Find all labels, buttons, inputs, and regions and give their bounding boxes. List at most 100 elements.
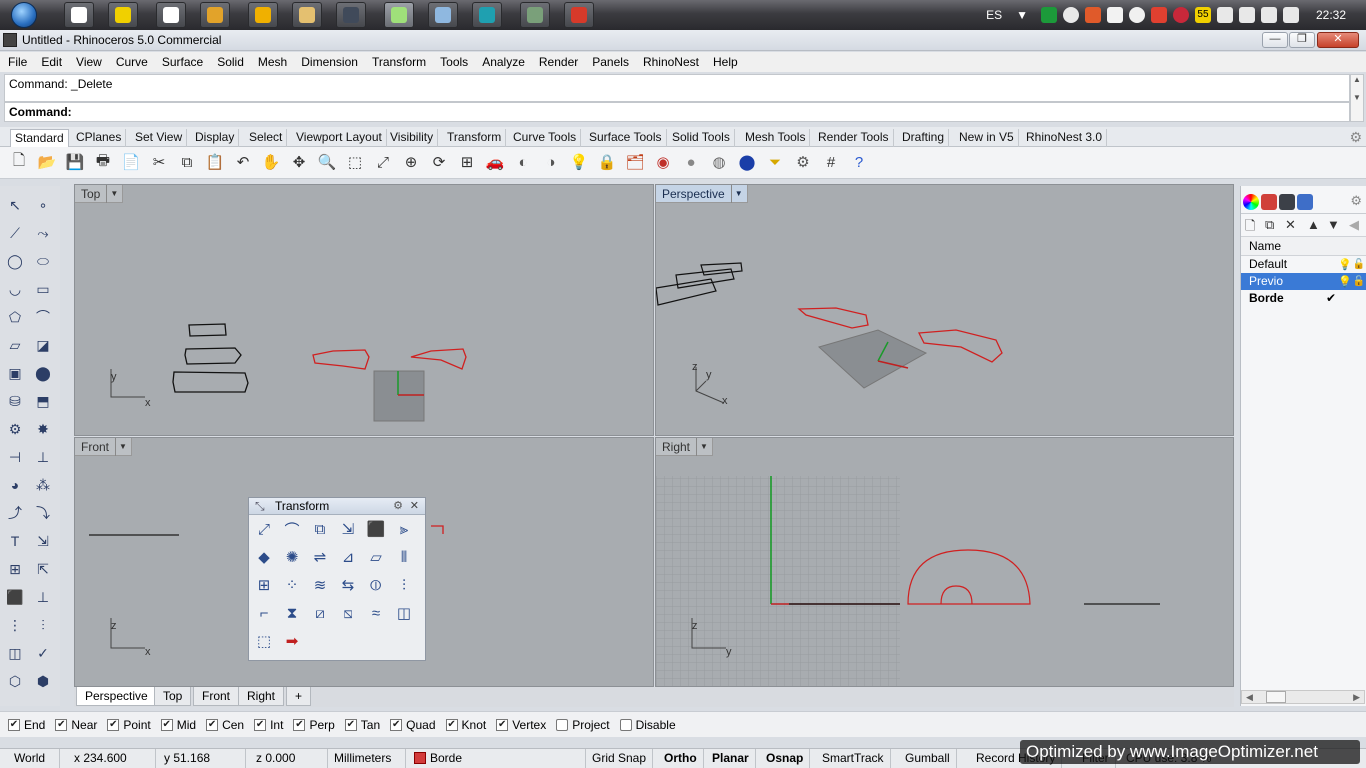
cage-edit-icon[interactable]: ⧄ — [309, 602, 331, 624]
undo-icon[interactable]: ↶ — [232, 151, 254, 173]
array-curve-icon[interactable]: ≋ — [309, 574, 331, 596]
current-layer-indicator[interactable]: Borde — [408, 749, 586, 768]
tab-rhinonest-3-0[interactable]: RhinoNest 3.0 — [1022, 129, 1108, 147]
grid-snap-toggle[interactable]: Grid Snap — [586, 749, 654, 768]
next-arrow-icon[interactable]: ➡ — [281, 630, 303, 652]
sphere-icon[interactable]: ⬤ — [32, 362, 54, 384]
menu-render[interactable]: Render — [539, 55, 578, 69]
tab-set-view[interactable]: Set View — [131, 129, 188, 147]
scale-icon[interactable]: ⇲ — [337, 518, 359, 540]
taskbar-app-button[interactable] — [472, 2, 502, 28]
menu-tools[interactable]: Tools — [440, 55, 468, 69]
tab-solid-tools[interactable]: Solid Tools — [668, 129, 735, 147]
layer-icon[interactable]: 🗂 — [624, 151, 646, 173]
checkbox[interactable]: ✔ — [293, 718, 306, 731]
power-icon[interactable] — [1238, 7, 1255, 23]
light-bulb-icon[interactable]: 💡 — [1338, 257, 1352, 273]
menu-transform[interactable]: Transform — [372, 55, 426, 69]
command-scrollbar[interactable]: ▲ ▼ — [1350, 74, 1364, 122]
knife-profile[interactable] — [907, 549, 1031, 605]
ruler-icon[interactable]: ⊥ — [32, 586, 54, 608]
osnap-knot[interactable]: ✔ Knot — [445, 718, 486, 732]
four-viewports-icon[interactable]: ⊞ — [456, 151, 478, 173]
osnap-tan[interactable]: ✔ Tan — [344, 718, 380, 732]
taskbar-app-button[interactable] — [292, 2, 322, 28]
sweep-icon[interactable]: ◪ — [32, 334, 54, 356]
cplane-indicator[interactable]: World — [0, 749, 60, 768]
menu-help[interactable]: Help — [713, 55, 738, 69]
taskbar-app-button[interactable] — [564, 2, 594, 28]
tab-mesh-tools[interactable]: Mesh Tools — [741, 129, 811, 147]
menu-mesh[interactable]: Mesh — [258, 55, 287, 69]
checkbox[interactable]: ✔ — [55, 718, 68, 731]
zoom-selected-icon[interactable]: ⊕ — [400, 151, 422, 173]
osnap-quad[interactable]: ✔ Quad — [390, 718, 436, 732]
osnap-perp[interactable]: ✔ Perp — [293, 718, 335, 732]
gear-icon[interactable]: ⚙ — [1350, 193, 1362, 209]
scale-icon[interactable]: ⇱ — [32, 558, 54, 580]
osnap-int[interactable]: ✔ Int — [254, 718, 283, 732]
splop-icon[interactable]: ◫ — [393, 602, 415, 624]
paste-icon[interactable]: 📋 — [204, 151, 226, 173]
import-icon[interactable]: 📄 — [120, 151, 142, 173]
zoom-window-icon[interactable]: ⬚ — [344, 151, 366, 173]
options-icon[interactable]: ⚙ — [792, 151, 814, 173]
volume-icon[interactable] — [1282, 7, 1299, 23]
tray-app-icon[interactable] — [1150, 7, 1167, 23]
taskbar-app-button[interactable] — [200, 2, 230, 28]
checkbox[interactable]: ✔ — [8, 718, 20, 731]
boolean-icon[interactable]: ◕ — [4, 474, 26, 496]
save-icon[interactable]: 💾 — [64, 151, 86, 173]
shear-icon[interactable]: ▱ — [365, 546, 387, 568]
gear-icon[interactable]: ⚙ — [1349, 129, 1362, 146]
knife-curve[interactable] — [797, 307, 869, 329]
maximize-button[interactable]: ❐ — [1289, 32, 1315, 48]
tab-standard[interactable]: Standard — [10, 129, 69, 147]
taskbar-app-button[interactable] — [108, 2, 138, 28]
layers-horizontal-scrollbar[interactable]: ◀ ▶ — [1241, 690, 1365, 704]
command-prompt-input[interactable]: Command: — [4, 102, 1350, 122]
add-viewport-tab-button[interactable]: + — [286, 687, 312, 706]
solid-icon[interactable]: ⬛ — [4, 586, 26, 608]
osnap-project[interactable]: Project — [556, 718, 610, 732]
print-icon[interactable]: 🖶 — [92, 151, 114, 173]
set-points-icon[interactable]: ⦶ — [365, 574, 387, 596]
close-button[interactable]: ✕ — [1317, 32, 1359, 48]
start-button[interactable] — [4, 0, 44, 30]
tab-display[interactable]: Display — [191, 129, 240, 147]
planar-toggle[interactable]: Planar — [706, 749, 756, 768]
rotate-3d-icon[interactable]: ✺ — [281, 546, 303, 568]
tab-visibility[interactable]: Visibility — [386, 129, 439, 147]
osnap-point[interactable]: ✔ Point — [107, 718, 151, 732]
polar-array-icon[interactable]: ⁘ — [281, 574, 303, 596]
menu-panels[interactable]: Panels — [592, 55, 629, 69]
gear-tool-icon[interactable]: ⚙ — [4, 418, 26, 440]
tab-right[interactable]: Right — [238, 687, 285, 706]
badge-icon[interactable]: 55 — [1194, 7, 1211, 23]
previo-plane[interactable] — [818, 329, 928, 389]
menu-analyze[interactable]: Analyze — [482, 55, 525, 69]
ellipse-icon[interactable]: ⬭ — [32, 250, 54, 272]
viewport-top[interactable]: Top ▼ y x — [74, 184, 654, 436]
help-tab-icon[interactable] — [1297, 194, 1313, 210]
tab-select[interactable]: Select — [245, 129, 288, 147]
move-icon[interactable]: ⤢ — [253, 518, 275, 540]
osnap-end[interactable]: ✔ End — [8, 718, 45, 732]
outline-curve[interactable] — [172, 371, 249, 393]
outline-curve[interactable] — [675, 268, 735, 289]
dropbox-icon[interactable] — [1106, 7, 1123, 23]
checkbox[interactable]: ✔ — [206, 718, 219, 731]
dimension-icon[interactable]: ⇲ — [32, 530, 54, 552]
taskbar-app-button[interactable] — [156, 2, 186, 28]
tab-new-in-v5[interactable]: New in V5 — [955, 129, 1019, 147]
curve-icon[interactable]: ⤳ — [32, 222, 54, 244]
viewport-right[interactable]: Right ▼ z y — [655, 437, 1234, 687]
shaded-icon[interactable]: ◐ — [512, 151, 534, 173]
taskbar-app-button[interactable] — [520, 2, 550, 28]
move-up-icon[interactable]: ▲ — [1307, 217, 1320, 232]
stretch-icon[interactable]: ⧅ — [337, 602, 359, 624]
grid-icon[interactable]: # — [820, 151, 842, 173]
grid-array-icon[interactable]: ⋮ — [4, 614, 26, 636]
layer-row-previo[interactable]: Previo 💡 🔓 — [1241, 273, 1366, 290]
box-edit-icon[interactable]: ⬛ — [365, 518, 387, 540]
